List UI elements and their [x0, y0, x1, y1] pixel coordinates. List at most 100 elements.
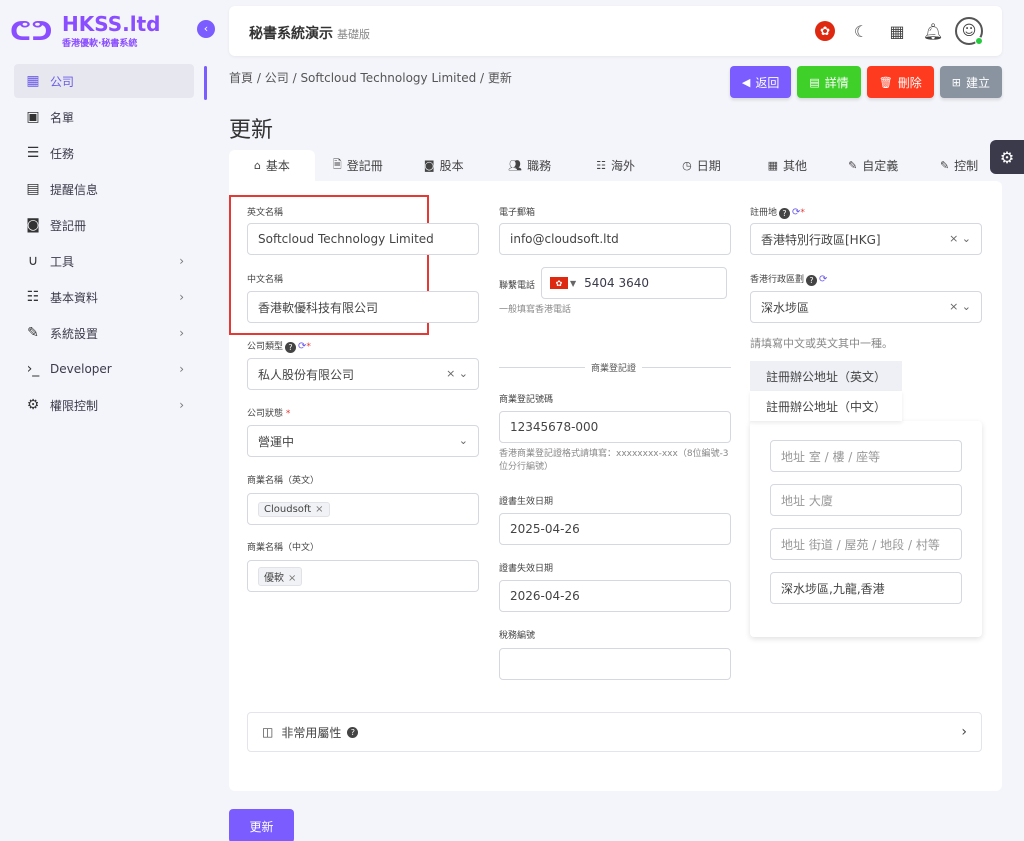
reg-place-select[interactable]: 香港特別行政區[HKG] × ⌄: [750, 223, 982, 255]
remove-tag-icon[interactable]: ×: [315, 504, 323, 515]
breadcrumb-record[interactable]: Softcloud Technology Limited: [300, 71, 476, 85]
contact-card-icon: ▣: [26, 109, 40, 125]
help-icon[interactable]: ?: [347, 726, 359, 738]
remove-tag-icon[interactable]: ×: [288, 573, 296, 584]
tab-register[interactable]: 🗎︎ 登記冊: [315, 150, 401, 181]
company-status-select[interactable]: 營運中 ⌄: [247, 425, 479, 457]
breadcrumb: 首頁 / 公司 / Softcloud Technology Limited /…: [229, 71, 512, 85]
register-book-icon: ◙: [26, 217, 40, 233]
money-icon: ◙: [423, 159, 435, 172]
online-status-dot: [975, 37, 983, 45]
help-icon[interactable]: ?: [285, 342, 297, 353]
brand-title: HKSS.ltd: [62, 12, 161, 36]
update-submit-button[interactable]: 更新: [229, 809, 294, 841]
sidebar-item-register[interactable]: ◙ 登記冊: [14, 208, 194, 242]
company-type-select[interactable]: 私人股份有限公司 × ⌄: [247, 358, 479, 390]
tab-address-english[interactable]: 註冊辦公地址（英文）: [750, 361, 902, 391]
help-icon[interactable]: ?: [779, 208, 791, 219]
panel-icon: ◫: [262, 725, 274, 739]
sidebar-collapse-button[interactable]: ‹: [197, 20, 215, 38]
company-type-label: 公司類型? ⟳*: [247, 341, 311, 353]
customizer-button[interactable]: ⚙: [990, 140, 1024, 174]
chevron-right-icon: ›: [179, 326, 184, 340]
details-icon: ▤: [809, 75, 820, 89]
hk-flag-icon[interactable]: ✿: [550, 277, 568, 289]
district-select[interactable]: 深水埗區 × ⌄: [750, 291, 982, 323]
sidebar-item-roster[interactable]: ▣ 名單: [14, 100, 194, 134]
business-name-zh-tags[interactable]: 優軟 ×: [247, 560, 479, 592]
business-name-en-tags[interactable]: Cloudsoft ×: [247, 493, 479, 525]
tab-address-chinese[interactable]: 註冊辦公地址（中文）: [750, 391, 902, 421]
chinese-name-input[interactable]: 香港軟優科技有限公司: [247, 291, 479, 323]
sidebar-item-label: 系統設置: [50, 326, 99, 341]
sidebar-item-reminders[interactable]: ▤ 提醒信息: [14, 172, 194, 206]
action-toolbar: ◀ 返回 ▤ 詳情 🗑︎ 刪除 ⊞ 建立: [724, 66, 1002, 98]
sidebar-item-system-settings[interactable]: ✎ 系統設置 ›: [14, 316, 194, 350]
address-street-input[interactable]: 地址 街道 / 屋苑 / 地段 / 村等: [770, 528, 962, 560]
checklist-icon: ☰: [26, 145, 40, 161]
delete-button[interactable]: 🗑︎ 刪除: [866, 66, 934, 98]
tab-other[interactable]: ▦ 其他: [744, 150, 830, 181]
tab-overseas[interactable]: ☷ 海外: [573, 150, 659, 181]
help-icon[interactable]: ?: [806, 275, 818, 286]
user-menu-button[interactable]: ☺: [954, 16, 984, 46]
building-icon: ▦: [26, 73, 40, 89]
english-name-input[interactable]: Softcloud Technology Limited: [247, 223, 479, 255]
sidebar-item-tasks[interactable]: ☰ 任務: [14, 136, 194, 170]
address-area-input[interactable]: 深水埗區,九龍,香港: [770, 572, 962, 604]
caret-down-icon[interactable]: ▼: [570, 279, 576, 288]
clear-chevron-icon[interactable]: × ⌄: [949, 232, 971, 245]
sidebar-item-tools[interactable]: ∪ 工具 ›: [14, 244, 194, 278]
tax-number-input[interactable]: [499, 648, 731, 680]
cert-start-date-input[interactable]: 2025-04-26: [499, 513, 731, 545]
language-switch-button[interactable]: ✿: [810, 16, 840, 46]
notifications-button[interactable]: 🔔︎: [918, 16, 948, 46]
sidebar-item-company[interactable]: ▦ 公司: [14, 64, 194, 98]
details-button[interactable]: ▤ 詳情: [797, 66, 861, 98]
tax-number-label: 稅務編號: [499, 631, 536, 641]
dark-mode-toggle[interactable]: ☾: [846, 16, 876, 46]
create-button[interactable]: ⊞ 建立: [939, 66, 1002, 98]
tab-custom[interactable]: ✎ 自定義: [830, 150, 916, 181]
breadcrumb-company[interactable]: 公司: [265, 71, 289, 85]
phone-label: 聯繫電話: [499, 281, 536, 291]
br-number-input[interactable]: 12345678-000: [499, 411, 731, 443]
sidebar-item-developer[interactable]: ›_ Developer ›: [14, 352, 194, 386]
sidebar-item-label: 權限控制: [50, 398, 99, 413]
br-number-hint: 香港商業登記證格式請填寫：xxxxxxxx-xxx（8位編號-3位分行編號）: [499, 449, 729, 472]
clear-chevron-icon[interactable]: × ⌄: [446, 367, 468, 380]
brand-logo[interactable]: ᕦᕤ HKSS.ltd 香港優軟·秘書系統: [10, 14, 160, 49]
chevron-right-icon: ›: [179, 398, 184, 412]
cert-end-date-input[interactable]: 2026-04-26: [499, 580, 731, 612]
hk-flag-icon: ✿: [815, 21, 835, 41]
sidebar-item-basic-data[interactable]: ☷ 基本資料 ›: [14, 280, 194, 314]
sidebar-item-label: 提醒信息: [50, 182, 99, 197]
tab-share-capital[interactable]: ◙ 股本: [401, 150, 487, 181]
chevron-left-icon: ‹: [203, 22, 209, 35]
active-nav-marker: [204, 66, 207, 100]
breadcrumb-home[interactable]: 首頁: [229, 71, 253, 85]
uncommon-attributes-toggle[interactable]: ◫ 非常用屬性 ? ›: [247, 712, 982, 752]
email-label: 電子郵箱: [499, 208, 536, 218]
logo-mark-icon: ᕦᕤ: [10, 16, 53, 47]
address-building-input[interactable]: 地址 大廈: [770, 484, 962, 516]
address-room-input[interactable]: 地址 室 / 樓 / 座等: [770, 440, 962, 472]
email-input[interactable]: info@cloudsoft.ltd: [499, 223, 731, 255]
cert-start-label: 證書生效日期: [499, 497, 554, 507]
sync-icon[interactable]: ⟳: [819, 274, 827, 285]
tab-dates[interactable]: ◷ 日期: [658, 150, 744, 181]
avatar: ☺: [955, 17, 983, 45]
sidebar-item-permissions[interactable]: ⚙ 權限控制 ›: [14, 388, 194, 422]
clear-chevron-icon[interactable]: × ⌄: [949, 300, 971, 313]
gears-icon: ⚙: [26, 397, 40, 413]
top-header: 秘書系統演示 基礎版 ✿ ☾ ▦ 🔔︎ ☺: [229, 6, 1002, 56]
phone-input[interactable]: ✿ ▼ 5404 3640: [541, 267, 727, 299]
document-icon: 🗎︎: [332, 158, 342, 171]
tab-positions[interactable]: 👥︎ 職務: [487, 150, 573, 181]
magnet-icon: ∪: [27, 253, 39, 269]
grid-icon: ▦: [889, 21, 905, 41]
tab-basic[interactable]: ⌂ 基本: [229, 150, 315, 181]
back-button[interactable]: ◀ 返回: [729, 66, 792, 98]
brand-subtitle: 香港優軟·秘書系統: [62, 39, 138, 49]
apps-button[interactable]: ▦: [882, 16, 912, 46]
